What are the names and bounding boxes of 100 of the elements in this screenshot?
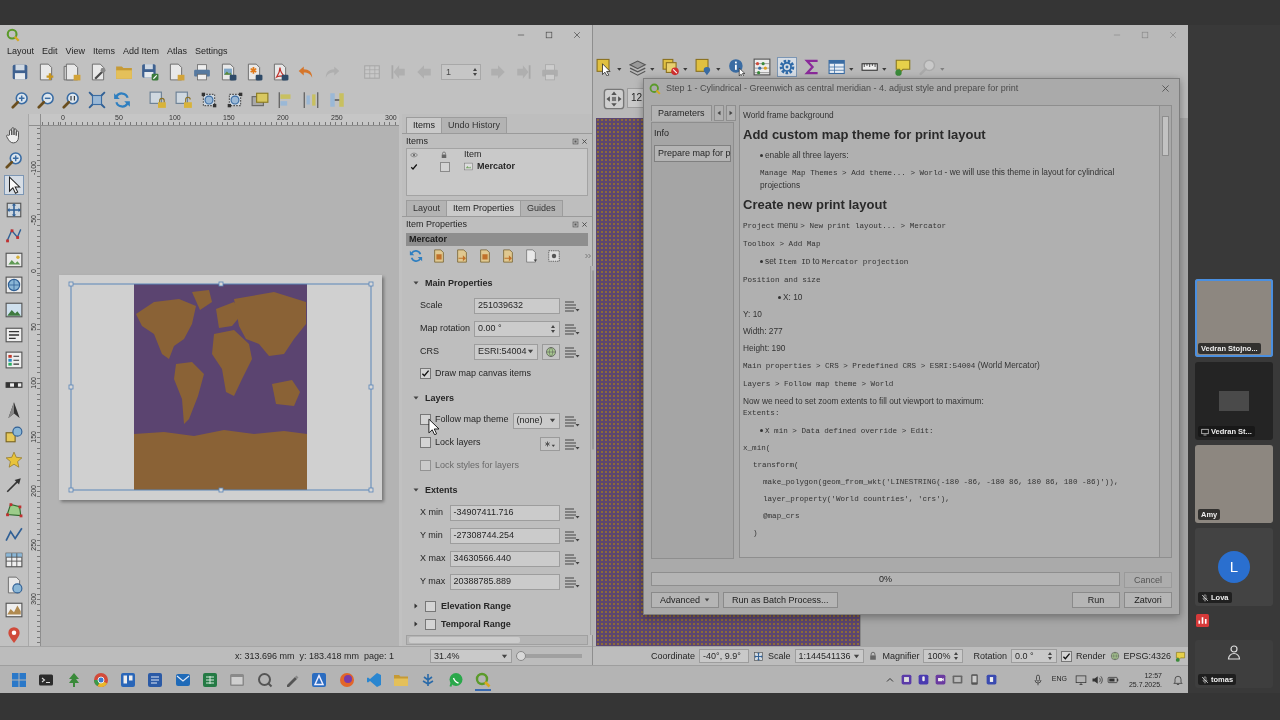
stacked-squares-icon[interactable]	[251, 91, 269, 109]
rotation-spin[interactable]: 0.0 °	[1011, 649, 1057, 663]
abacus-icon[interactable]	[753, 58, 771, 76]
nodes-line-icon[interactable]	[5, 226, 23, 244]
shapes-icon[interactable]	[5, 426, 23, 444]
triangle-down-icon[interactable]	[412, 394, 420, 402]
menu-item[interactable]: Items	[92, 46, 115, 57]
cross-arrows-icon[interactable]	[753, 650, 765, 662]
map-frame-icon[interactable]	[5, 251, 23, 269]
lines-dropdown-icon[interactable]	[563, 529, 580, 542]
zoom-combo[interactable]: 31.4%	[430, 649, 512, 663]
button[interactable]: Run	[1072, 592, 1120, 608]
checkbox[interactable]	[420, 436, 431, 448]
menu-item[interactable]: Settings	[194, 46, 228, 57]
pin-icon[interactable]	[5, 626, 23, 644]
float-icon[interactable]	[572, 220, 579, 228]
close-icon[interactable]	[581, 137, 588, 145]
close-icon[interactable]	[581, 220, 588, 228]
arrow-cursor-icon[interactable]	[5, 176, 23, 194]
triangle-down-icon[interactable]	[412, 486, 420, 494]
legend-icon[interactable]	[5, 351, 23, 369]
slider-thumb[interactable]	[515, 651, 526, 661]
page-copy-icon[interactable]	[63, 63, 81, 81]
triangle-right-icon[interactable]	[412, 602, 420, 610]
bar-chart-icon[interactable]	[1196, 614, 1209, 627]
printer-icon[interactable]	[193, 63, 211, 81]
section-title[interactable]: Elevation Range	[441, 600, 512, 612]
floppy-disk-pencil-icon[interactable]	[141, 63, 159, 81]
menu-item[interactable]: Edit	[42, 46, 58, 57]
page-icon[interactable]	[167, 63, 185, 81]
list-item[interactable]: Prepare map for p	[654, 144, 731, 162]
zoom-slider[interactable]	[517, 651, 582, 661]
sigma-icon[interactable]	[803, 58, 821, 76]
zoom-out-icon[interactable]	[36, 91, 55, 109]
button[interactable]: Zatvori	[1124, 592, 1172, 608]
globe-icon[interactable]	[541, 343, 560, 360]
menu-item[interactable]: Add Item	[122, 46, 159, 57]
lines-frame-icon[interactable]	[5, 326, 23, 344]
text-field[interactable]: 20388785.889	[449, 573, 560, 590]
board-app-icon[interactable]	[120, 671, 137, 688]
pin-square-icon[interactable]	[695, 58, 721, 76]
tick-icon[interactable]	[410, 162, 418, 171]
checkbox[interactable]	[425, 618, 436, 630]
profile-chart-icon[interactable]	[5, 601, 23, 619]
mic-app-icon[interactable]	[916, 673, 930, 686]
checkbox[interactable]	[420, 367, 431, 379]
speaker-icon[interactable]	[1090, 673, 1103, 686]
lines-dropdown-icon[interactable]	[563, 575, 580, 588]
info-cursor-icon[interactable]	[728, 58, 746, 76]
pdf-page-icon[interactable]	[271, 63, 289, 81]
circle-handles-icon[interactable]	[225, 91, 244, 109]
asterisk-dropdown-icon[interactable]	[539, 436, 560, 451]
section-title[interactable]: Layers	[425, 392, 455, 404]
lines-dropdown-icon[interactable]	[563, 437, 580, 450]
tab[interactable]: Items	[406, 117, 442, 133]
page-dropdown-icon[interactable]	[524, 249, 538, 263]
lock-square-icon[interactable]	[149, 91, 167, 109]
lock-icon[interactable]	[868, 651, 879, 661]
square-app-icon[interactable]	[899, 673, 913, 686]
menu-button[interactable]: Advanced	[651, 592, 720, 608]
zoom-in-icon[interactable]	[11, 91, 29, 109]
triangle-right-icon[interactable]	[412, 620, 420, 628]
lines-dropdown-icon[interactable]	[563, 345, 580, 358]
circle-handles-icon[interactable]	[200, 91, 218, 109]
section-title[interactable]: Main Properties	[425, 277, 493, 289]
bars-between-lines-icon[interactable]	[302, 91, 320, 109]
close-icon[interactable]	[572, 30, 582, 40]
circle-dot-icon[interactable]	[338, 671, 355, 688]
menu-item[interactable]: Atlas	[166, 46, 187, 57]
lines-dropdown-icon[interactable]	[563, 552, 580, 565]
float-icon[interactable]	[572, 137, 579, 145]
spin-field[interactable]: 0.00 °	[474, 320, 560, 337]
table-icon[interactable]	[5, 551, 23, 569]
arrow-left-icon[interactable]	[713, 105, 724, 121]
gear-icon[interactable]	[778, 58, 796, 76]
magnifier-bars-icon[interactable]	[62, 91, 80, 109]
window-app-icon[interactable]	[950, 673, 964, 686]
monitor-icon[interactable]	[1074, 673, 1087, 686]
camera-app-icon[interactable]	[933, 673, 947, 686]
magnifier-spin[interactable]: 100%	[923, 649, 964, 663]
select-square-icon[interactable]	[596, 58, 622, 76]
polygon-nodes-icon[interactable]	[5, 501, 23, 519]
start-grid-icon[interactable]	[11, 671, 27, 688]
coordinate-field[interactable]: -40°, 9.9°	[699, 649, 750, 663]
microphone-icon[interactable]	[1031, 673, 1044, 686]
crs-label[interactable]: EPSG:4326	[1123, 650, 1172, 662]
asterisk-page-icon[interactable]	[245, 63, 263, 81]
expand-arrows-icon[interactable]	[87, 91, 106, 109]
star-icon[interactable]	[5, 451, 23, 469]
text-field[interactable]: -34907411.716	[449, 504, 560, 521]
lines-dropdown-icon[interactable]	[563, 299, 580, 312]
arrow-right-icon[interactable]	[725, 105, 736, 121]
menu-item[interactable]: Layout	[7, 46, 35, 57]
mail-app-icon[interactable]	[174, 671, 191, 688]
page-wrench-icon[interactable]	[89, 63, 107, 81]
scrollbar[interactable]	[406, 635, 588, 645]
square-app-icon[interactable]	[984, 673, 998, 686]
list-item[interactable]: Mercator	[477, 161, 515, 172]
dropdown[interactable]: ESRI:54004	[474, 343, 538, 360]
segmented-circle-icon[interactable]	[92, 671, 109, 688]
